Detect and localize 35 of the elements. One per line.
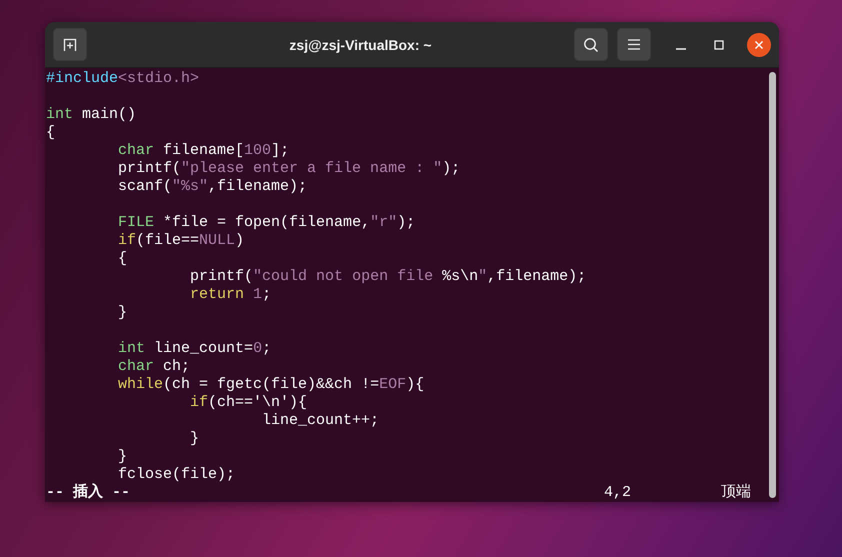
code-line: line_count++; xyxy=(261,412,380,430)
code-line: #include<stdio.h> xyxy=(46,70,200,88)
menu-icon xyxy=(628,39,640,50)
search-icon xyxy=(583,36,599,52)
code-line: return 1; xyxy=(189,286,272,304)
scrollbar-thumb[interactable] xyxy=(768,72,776,498)
cursor-position: 4,2 xyxy=(604,484,632,502)
code-line: printf("please enter a file name : "); xyxy=(117,160,462,178)
code-line: { xyxy=(46,124,56,142)
window-title: zsj@zsj-VirtualBox: ~ xyxy=(288,36,433,52)
close-button[interactable] xyxy=(747,32,771,56)
maximize-icon xyxy=(714,40,724,50)
code-line: if(file==NULL) xyxy=(117,232,246,250)
code-line: { xyxy=(117,250,128,268)
new-tab-button[interactable] xyxy=(53,28,87,61)
mode-indicator: -- 插入 -- xyxy=(46,484,132,502)
code-line: FILE *file = fopen(filename,"r"); xyxy=(117,214,416,232)
code-line: char ch; xyxy=(117,358,192,376)
code-line: fclose(file); xyxy=(117,466,236,484)
code-line: } xyxy=(117,448,128,466)
search-button[interactable] xyxy=(574,28,608,61)
code-line: } xyxy=(117,304,128,322)
code-line: int main() xyxy=(46,106,138,124)
code-line: scanf("%s",filename); xyxy=(117,178,308,196)
menu-button[interactable] xyxy=(617,28,651,61)
new-tab-icon xyxy=(63,38,77,52)
scroll-position: 顶端 xyxy=(721,484,751,502)
close-icon xyxy=(754,40,764,50)
code-line: while(ch = fgetc(file)&&ch !=EOF){ xyxy=(117,376,426,394)
minimize-icon xyxy=(676,48,686,50)
code-line: if(ch=='\n'){ xyxy=(189,394,308,412)
code-line: int line_count=0; xyxy=(117,340,272,358)
code-line: char filename[100]; xyxy=(117,142,290,160)
code-line: printf("could not open file %s\n",filename); xyxy=(189,268,588,286)
code-line: } xyxy=(189,430,200,448)
